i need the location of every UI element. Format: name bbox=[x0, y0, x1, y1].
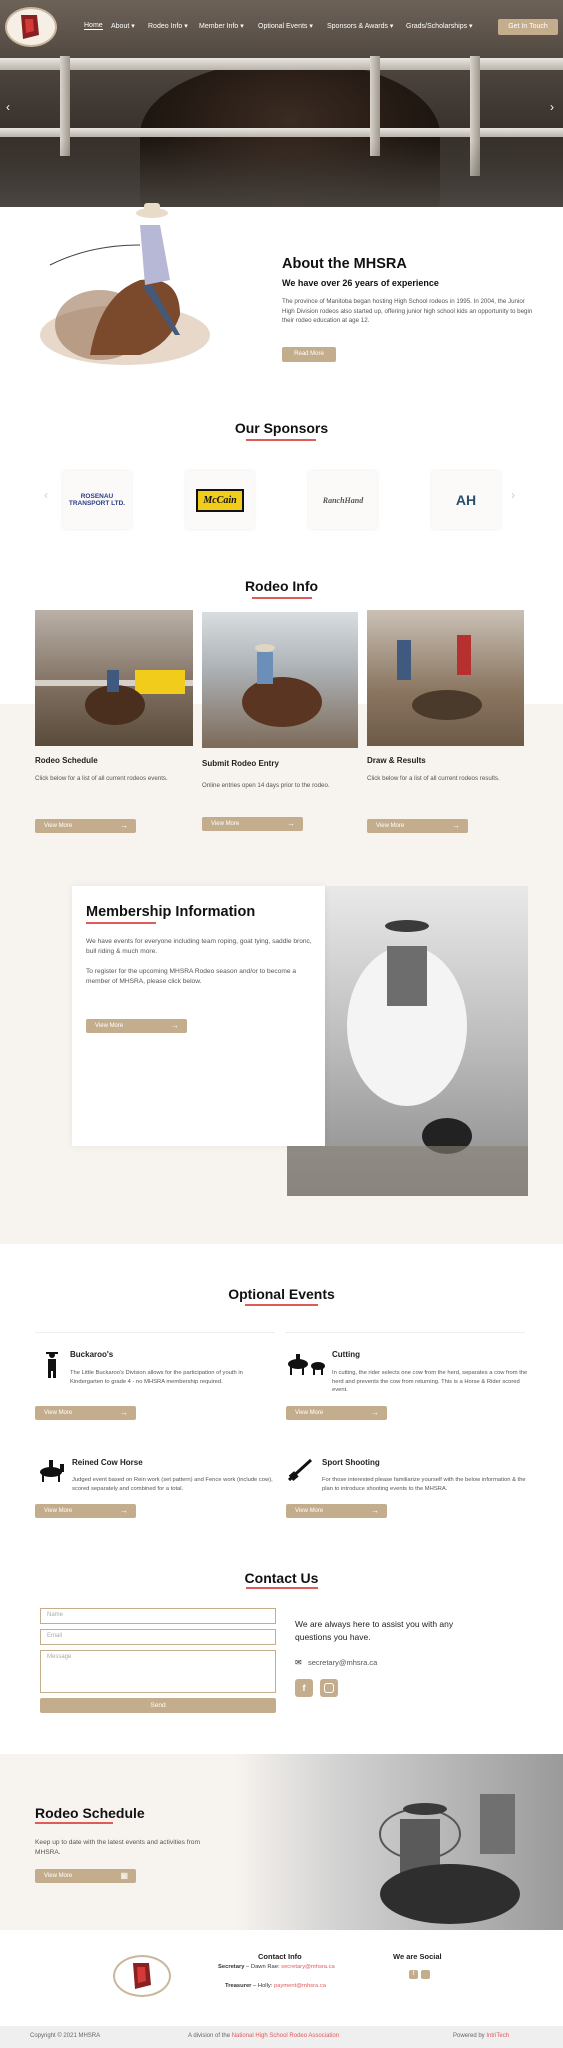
view-more-button[interactable]: View More → bbox=[35, 819, 136, 833]
card-text: Click below for a list of all current ro… bbox=[35, 775, 168, 782]
sponsor-prev-icon[interactable]: ‹ bbox=[44, 488, 48, 502]
buckaroos-view-more-button[interactable]: View More → bbox=[35, 1406, 136, 1420]
footer-facebook-icon[interactable]: f bbox=[409, 1970, 418, 1979]
event-text: The Little Buckaroo's Division allows fo… bbox=[70, 1370, 243, 1385]
nav-sponsors-awards[interactable]: Sponsors & Awards ▾ bbox=[327, 22, 393, 30]
read-more-button[interactable]: Read More bbox=[282, 347, 336, 362]
get-in-touch-button[interactable]: Get In Touch bbox=[498, 19, 558, 35]
title-underline bbox=[35, 1822, 113, 1824]
rodeo-schedule-photo bbox=[35, 610, 193, 746]
membership-text-1: We have events for everyone including te… bbox=[86, 938, 312, 955]
footer-instagram-icon[interactable] bbox=[421, 1970, 430, 1979]
cowboy-kid-icon bbox=[38, 1349, 66, 1384]
view-more-button[interactable]: View More → bbox=[367, 819, 468, 833]
contact-title: Contact Us bbox=[244, 1570, 319, 1586]
membership-text-2: To register for the upcoming MHSRA Rodeo… bbox=[86, 968, 297, 985]
sponsor-ranchhand[interactable]: RanchHand bbox=[309, 471, 377, 529]
view-more-button[interactable]: View More → bbox=[202, 817, 303, 831]
powered-by-text: Powered by IntriTech bbox=[453, 2033, 510, 2039]
contact-email[interactable]: secretary@mhsra.ca bbox=[308, 1658, 377, 1667]
treasurer-email-link[interactable]: payment@mhsra.ca bbox=[274, 1983, 326, 1989]
instagram-icon[interactable] bbox=[320, 1679, 338, 1697]
divider bbox=[35, 1332, 275, 1333]
copyright-text: Copyright © 2021 MHSRA bbox=[30, 2033, 101, 2039]
sponsor-next-icon[interactable]: › bbox=[511, 488, 515, 502]
card-text: Click below for a list of all current ro… bbox=[367, 775, 500, 782]
title-underline bbox=[86, 922, 156, 924]
card-text: Online entries open 14 days prior to the… bbox=[202, 782, 330, 789]
event-title: Cutting bbox=[332, 1350, 360, 1359]
rifle-icon bbox=[287, 1458, 313, 1487]
send-button[interactable]: Send bbox=[40, 1698, 276, 1713]
about-subtitle: We have over 26 years of experience bbox=[282, 278, 439, 288]
sport-shooting-view-more-button[interactable]: View More → bbox=[286, 1504, 387, 1518]
message-textarea[interactable]: Message bbox=[40, 1650, 276, 1693]
event-text: For those interested please familiarize … bbox=[322, 1477, 526, 1492]
membership-view-more-button[interactable]: View More → bbox=[86, 1019, 187, 1033]
mhsra-logo[interactable] bbox=[5, 7, 57, 47]
rider-photo bbox=[30, 185, 240, 375]
schedule-view-more-button[interactable]: View More ▦ bbox=[35, 1869, 136, 1883]
footer-contact-title: Contact Info bbox=[258, 1952, 302, 1961]
title-underline bbox=[245, 1304, 318, 1306]
card-title: Rodeo Schedule bbox=[35, 756, 98, 765]
secretary-email-link[interactable]: secretary@mhsra.ca bbox=[281, 1964, 335, 1970]
page: ‹ › Home About ▾ Rodeo Info ▾ Member Inf… bbox=[0, 0, 563, 2048]
rodeo-entry-photo bbox=[202, 612, 358, 748]
nav-rodeo-info[interactable]: Rodeo Info ▾ bbox=[148, 22, 188, 30]
name-input[interactable]: Name bbox=[40, 1608, 276, 1624]
division-text: A division of the National High School R… bbox=[188, 2033, 340, 2039]
card-title: Submit Rodeo Entry bbox=[202, 759, 279, 768]
footer-social-title: We are Social bbox=[393, 1952, 442, 1961]
contact-tagline: We are always here to assist you with an… bbox=[295, 1619, 454, 1642]
email-input[interactable]: Email bbox=[40, 1629, 276, 1645]
horse-cow-icon bbox=[286, 1352, 326, 1381]
nav-grads-scholarships[interactable]: Grads/Scholarships ▾ bbox=[406, 22, 473, 30]
envelope-icon: ✉ bbox=[295, 1658, 302, 1667]
facebook-icon[interactable]: f bbox=[295, 1679, 313, 1697]
sponsor-ah[interactable]: AH bbox=[432, 471, 500, 529]
cutting-view-more-button[interactable]: View More → bbox=[286, 1406, 387, 1420]
main-nav: Home About ▾ Rodeo Info ▾ Member Info ▾ … bbox=[0, 0, 563, 56]
event-text: In cutting, the rider selects one cow fr… bbox=[332, 1370, 528, 1393]
footer-secretary: Secretary – Dawn Rae: secretary@mhsra.ca bbox=[218, 1964, 335, 1970]
card-title: Draw & Results bbox=[367, 756, 426, 765]
about-title: About the MHSRA bbox=[282, 256, 407, 272]
title-underline bbox=[246, 1587, 318, 1589]
nav-home[interactable]: Home bbox=[84, 22, 103, 30]
horse-rider-icon bbox=[35, 1458, 67, 1487]
sponsor-rosenau[interactable]: ROSENAU TRANSPORT LTD. bbox=[63, 471, 131, 529]
event-text: Judged event based on Rein work (set pat… bbox=[72, 1477, 273, 1492]
nav-about[interactable]: About ▾ bbox=[111, 22, 135, 30]
hero-banner: ‹ › Home About ▾ Rodeo Info ▾ Member Inf… bbox=[0, 0, 563, 207]
schedule-banner-title: Rodeo Schedule bbox=[35, 1805, 145, 1821]
footer-logo[interactable] bbox=[113, 1955, 171, 1997]
sponsor-mccain[interactable]: McCain bbox=[186, 471, 254, 529]
slider-next-icon[interactable]: › bbox=[550, 100, 554, 114]
draw-results-photo bbox=[367, 610, 524, 746]
nav-optional-events[interactable]: Optional Events ▾ bbox=[258, 22, 313, 30]
sponsors-title: Our Sponsors bbox=[234, 420, 329, 436]
event-title: Reined Cow Horse bbox=[72, 1458, 143, 1467]
nav-member-info[interactable]: Member Info ▾ bbox=[199, 22, 244, 30]
intritech-link[interactable]: IntriTech bbox=[486, 2033, 509, 2039]
schedule-banner-text: Keep up to date with the latest events a… bbox=[35, 1839, 200, 1856]
title-underline bbox=[252, 597, 312, 599]
about-text: The province of Manitoba began hosting H… bbox=[282, 298, 533, 324]
membership-title: Membership Information bbox=[86, 904, 256, 920]
rodeo-info-title: Rodeo Info bbox=[244, 578, 319, 594]
optional-events-title: Optional Events bbox=[228, 1286, 335, 1302]
membership-card bbox=[72, 886, 325, 1146]
footer-treasurer: Treasurer – Holly: payment@mhsra.ca bbox=[225, 1983, 326, 1989]
nhsra-link[interactable]: National High School Rodeo Association bbox=[232, 2033, 339, 2039]
slider-prev-icon[interactable]: ‹ bbox=[6, 100, 10, 114]
title-underline bbox=[246, 439, 316, 441]
event-title: Buckaroo's bbox=[70, 1350, 114, 1359]
reined-cow-horse-view-more-button[interactable]: View More → bbox=[35, 1504, 136, 1518]
event-title: Sport Shooting bbox=[322, 1458, 380, 1467]
divider bbox=[285, 1332, 525, 1333]
